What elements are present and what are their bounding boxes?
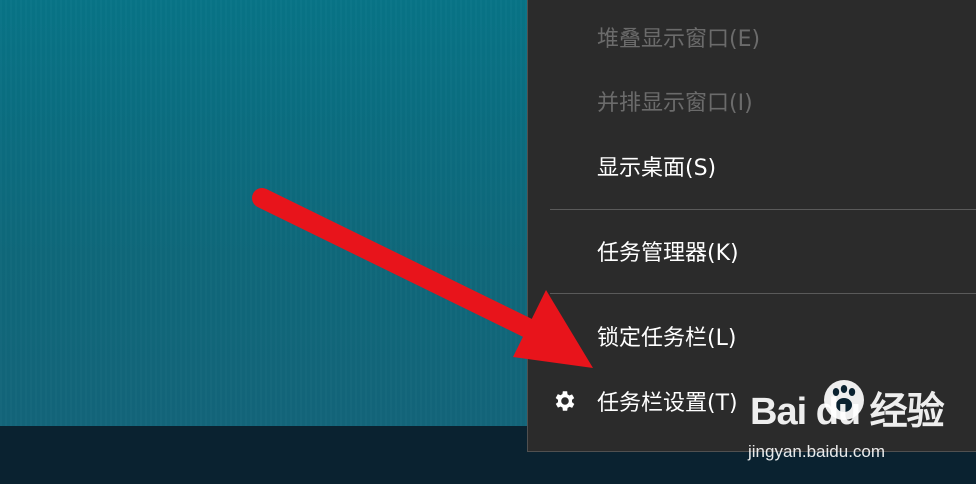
menu-item-label: 任务管理器(K)	[597, 241, 739, 266]
screen: 堆叠显示窗口(E) 并排显示窗口(I) 显示桌面(S) 任务管理器(K) 锁定任…	[0, 0, 976, 484]
menu-separator	[550, 293, 976, 294]
menu-separator	[550, 209, 976, 210]
menu-item-label: 锁定任务栏(L)	[597, 326, 737, 351]
menu-item-label: 任务栏设置(T)	[597, 391, 738, 416]
menu-item-label: 并排显示窗口(I)	[597, 91, 753, 116]
menu-item-lock-taskbar[interactable]: 锁定任务栏(L)	[528, 306, 976, 366]
menu-item-task-manager[interactable]: 任务管理器(K)	[528, 221, 976, 281]
gear-icon	[555, 391, 575, 411]
menu-item-label: 堆叠显示窗口(E)	[597, 27, 761, 52]
menu-item-cascade-windows[interactable]: 堆叠显示窗口(E)	[528, 7, 976, 67]
menu-item-side-by-side-windows[interactable]: 并排显示窗口(I)	[528, 71, 976, 131]
menu-item-label: 显示桌面(S)	[597, 156, 717, 181]
menu-item-show-desktop[interactable]: 显示桌面(S)	[528, 136, 976, 196]
taskbar-context-menu: 堆叠显示窗口(E) 并排显示窗口(I) 显示桌面(S) 任务管理器(K) 锁定任…	[527, 0, 976, 452]
menu-item-taskbar-settings[interactable]: 任务栏设置(T)	[528, 371, 976, 431]
